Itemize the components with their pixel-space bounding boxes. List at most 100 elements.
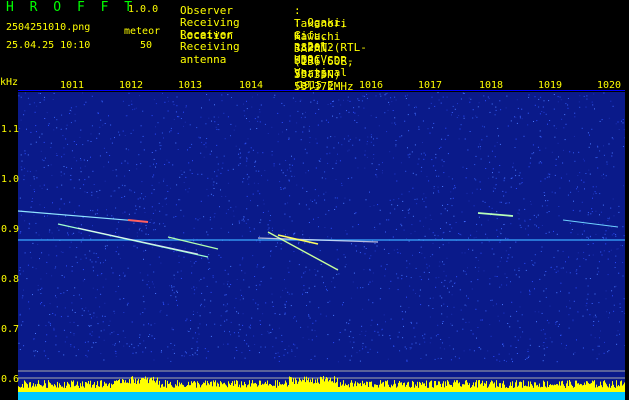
noise-speck <box>325 191 327 193</box>
noise-speck <box>166 159 168 161</box>
noise-speck <box>173 274 175 276</box>
noise-speck <box>200 242 202 244</box>
activity-bar <box>189 385 190 392</box>
noise-speck <box>230 334 231 336</box>
noise-speck <box>378 125 380 127</box>
noise-speck <box>333 342 335 344</box>
noise-speck <box>481 139 483 141</box>
noise-speck <box>277 352 279 354</box>
spectrogram-background <box>18 92 625 400</box>
noise-speck <box>376 176 378 178</box>
activity-bar <box>430 381 431 392</box>
noise-speck <box>244 115 246 117</box>
noise-speck <box>519 115 521 117</box>
noise-speck <box>567 194 569 196</box>
activity-bar <box>521 382 522 392</box>
noise-speck <box>318 108 320 110</box>
noise-speck <box>527 234 529 236</box>
noise-speck <box>607 258 609 260</box>
noise-speck <box>19 232 21 234</box>
noise-speck <box>136 235 138 237</box>
noise-speck <box>618 211 620 213</box>
activity-bar <box>547 381 548 392</box>
noise-speck <box>510 177 512 179</box>
noise-speck <box>49 229 51 231</box>
noise-speck <box>121 184 123 186</box>
noise-speck <box>521 108 523 110</box>
noise-speck <box>360 287 361 289</box>
noise-speck <box>108 161 109 163</box>
noise-speck <box>379 223 381 225</box>
noise-speck <box>288 293 290 295</box>
noise-speck <box>102 315 103 317</box>
noise-speck <box>220 315 222 317</box>
noise-speck <box>237 312 239 314</box>
noise-speck <box>391 101 393 103</box>
noise-speck <box>427 128 429 130</box>
noise-speck <box>613 215 615 217</box>
activity-bar <box>490 382 491 392</box>
noise-speck <box>514 269 516 271</box>
activity-bar <box>294 384 295 392</box>
noise-speck <box>349 341 351 343</box>
noise-speck <box>364 167 366 169</box>
noise-speck <box>516 99 518 101</box>
noise-speck <box>444 279 446 281</box>
noise-speck <box>472 117 474 119</box>
activity-bar <box>520 381 521 392</box>
noise-speck <box>142 312 144 313</box>
noise-speck <box>578 151 580 153</box>
noise-speck <box>447 134 449 136</box>
activity-bar <box>223 383 224 392</box>
noise-speck <box>246 118 247 119</box>
noise-speck <box>385 321 386 323</box>
noise-speck <box>165 214 167 216</box>
noise-speck <box>127 267 129 269</box>
noise-speck <box>549 120 551 121</box>
noise-speck <box>562 267 564 269</box>
noise-speck <box>44 207 45 208</box>
noise-speck <box>217 346 219 348</box>
activity-bar <box>170 381 171 392</box>
noise-speck <box>149 222 151 223</box>
noise-speck <box>298 243 300 245</box>
noise-speck <box>29 223 31 225</box>
noise-speck <box>390 280 392 282</box>
noise-speck <box>437 190 439 192</box>
noise-speck <box>447 204 449 205</box>
noise-speck <box>394 122 396 124</box>
noise-speck <box>228 286 230 288</box>
activity-bar <box>165 380 166 392</box>
noise-speck <box>65 128 67 130</box>
noise-speck <box>375 95 377 97</box>
noise-speck <box>200 305 201 307</box>
noise-speck <box>205 123 207 125</box>
noise-speck <box>498 353 500 355</box>
noise-speck <box>29 251 31 253</box>
noise-speck <box>518 276 520 278</box>
noise-speck <box>76 262 78 264</box>
noise-speck <box>19 314 21 316</box>
noise-speck <box>480 148 481 150</box>
noise-speck <box>63 166 65 167</box>
noise-speck <box>63 203 65 205</box>
noise-speck <box>55 245 57 247</box>
noise-speck <box>238 164 240 166</box>
noise-speck <box>487 96 489 98</box>
activity-bar <box>119 379 120 392</box>
noise-speck <box>241 259 243 261</box>
noise-speck <box>243 279 245 281</box>
noise-speck <box>596 358 598 360</box>
noise-speck <box>209 219 211 221</box>
noise-speck <box>567 98 569 99</box>
noise-speck <box>306 152 308 154</box>
noise-speck <box>523 135 525 137</box>
noise-speck <box>229 331 230 333</box>
noise-speck <box>433 165 435 167</box>
noise-speck <box>497 127 499 129</box>
noise-speck <box>249 230 251 232</box>
noise-speck <box>423 152 425 154</box>
noise-speck <box>293 343 295 345</box>
noise-speck <box>66 166 68 168</box>
noise-speck <box>562 162 564 164</box>
